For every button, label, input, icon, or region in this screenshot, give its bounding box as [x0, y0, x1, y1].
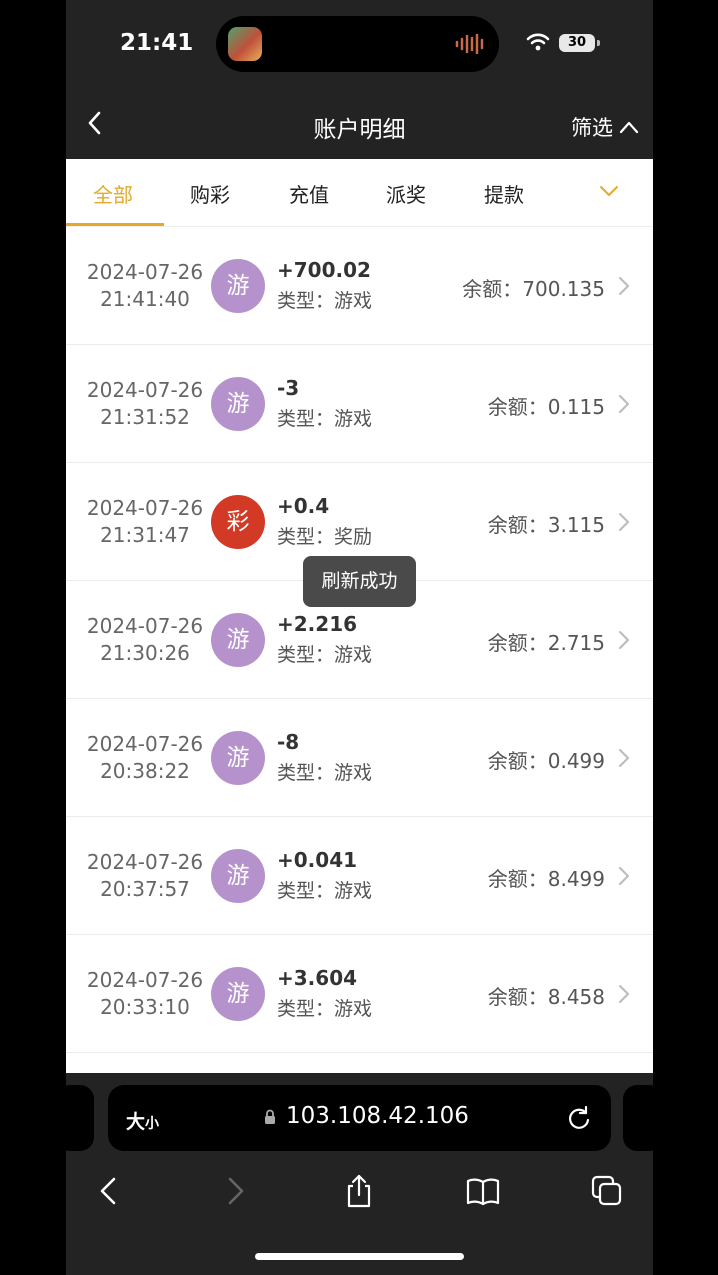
chevron-up-icon [619, 121, 639, 134]
record-amount: +2.216 [277, 612, 358, 636]
browser-toolbar: 大小 103.108.42.106 [66, 1073, 653, 1275]
home-indicator[interactable] [255, 1253, 464, 1260]
record-amount: +0.4 [277, 494, 330, 518]
audio-wave-icon [455, 34, 484, 54]
battery-indicator: 30 [559, 34, 595, 52]
bookmarks-icon[interactable] [466, 1173, 500, 1209]
game-type-badge: 游 [211, 967, 265, 1021]
game-type-badge: 游 [211, 259, 265, 313]
record-type: 类型：游戏 [277, 880, 373, 902]
record-balance: 余额：8.458 [487, 985, 605, 1009]
record-type: 类型：游戏 [277, 644, 373, 666]
address-bar[interactable]: 大小 103.108.42.106 [108, 1085, 611, 1151]
game-type-badge: 游 [211, 849, 265, 903]
tab-deposit[interactable]: 充值 [289, 179, 329, 208]
tab-payout[interactable]: 派奖 [386, 179, 426, 208]
record-amount: +0.041 [277, 848, 358, 872]
record-datetime: 2024-07-26 20:33:10 [86, 968, 204, 1019]
chevron-right-icon [619, 631, 629, 649]
status-bar: 21:41 30 [66, 0, 653, 90]
url-text: 103.108.42.106 [286, 1103, 469, 1129]
record-type: 类型：奖励 [277, 526, 373, 548]
chevron-right-icon [619, 277, 629, 295]
record-balance: 余额：2.715 [487, 631, 605, 655]
record-amount: +700.02 [277, 258, 371, 282]
record-amount: +3.604 [277, 966, 358, 990]
record-datetime: 2024-07-26 21:30:26 [86, 614, 204, 665]
record-type: 类型：游戏 [277, 762, 373, 784]
list-item[interactable]: 2024-07-26 21:31:52 游 -3 类型：游戏 余额：0.115 [66, 345, 653, 463]
tabs-icon[interactable] [590, 1173, 624, 1209]
lock-icon [265, 1109, 275, 1124]
record-type: 类型：游戏 [277, 408, 373, 430]
game-type-badge: 游 [211, 613, 265, 667]
browser-forward-icon[interactable] [218, 1173, 252, 1209]
wifi-icon [526, 33, 550, 51]
phone-screen: 21:41 30 账户明细 筛选 全部 购彩 充值 派奖 提款 2024-07-… [66, 0, 653, 1275]
record-datetime: 2024-07-26 21:31:52 [86, 378, 204, 429]
list-item[interactable]: 2024-07-26 20:37:57 游 +0.041 类型：游戏 余额：8.4… [66, 817, 653, 935]
record-balance: 余额：0.115 [487, 395, 605, 419]
record-balance: 余额：3.115 [487, 513, 605, 537]
chevron-down-icon[interactable] [596, 181, 622, 201]
chevron-right-icon [619, 395, 629, 413]
status-time: 21:41 [120, 30, 194, 56]
record-amount: -3 [277, 376, 300, 400]
record-datetime: 2024-07-26 20:37:57 [86, 850, 204, 901]
refresh-toast: 刷新成功 [303, 556, 416, 607]
chevron-right-icon [619, 749, 629, 767]
chevron-right-icon [619, 985, 629, 1003]
chevron-right-icon [619, 867, 629, 885]
game-type-badge: 游 [211, 377, 265, 431]
chevron-right-icon [619, 513, 629, 531]
page-title: 账户明细 [313, 117, 406, 143]
tab-lottery-purchase[interactable]: 购彩 [190, 179, 230, 208]
browser-back-icon[interactable] [92, 1173, 126, 1209]
list-item[interactable]: 2024-07-26 21:41:40 游 +700.02 类型：游戏 余额：70… [66, 227, 653, 345]
record-type: 类型：游戏 [277, 290, 373, 312]
next-tab-peek[interactable] [623, 1085, 653, 1151]
app-header: 账户明细 筛选 [66, 90, 653, 159]
active-tab-indicator [66, 223, 164, 226]
record-datetime: 2024-07-26 21:41:40 [86, 260, 204, 311]
transaction-list: 2024-07-26 21:41:40 游 +700.02 类型：游戏 余额：70… [66, 227, 653, 1053]
list-item[interactable]: 2024-07-26 20:33:10 游 +3.604 类型：游戏 余额：8.4… [66, 935, 653, 1053]
game-type-badge: 游 [211, 731, 265, 785]
filter-label: 筛选 [571, 116, 613, 140]
record-type: 类型：游戏 [277, 998, 373, 1020]
record-amount: -8 [277, 730, 300, 754]
dynamic-island [216, 16, 499, 72]
record-datetime: 2024-07-26 21:31:47 [86, 496, 204, 547]
filter-button[interactable]: 筛选 [571, 112, 639, 142]
record-balance: 余额：700.135 [462, 277, 605, 301]
previous-tab-peek[interactable] [66, 1085, 94, 1151]
app-thumbnail-icon [228, 27, 262, 61]
record-datetime: 2024-07-26 20:38:22 [86, 732, 204, 783]
tab-all[interactable]: 全部 [93, 179, 133, 208]
record-balance: 余额：8.499 [487, 867, 605, 891]
battery-tip [597, 40, 600, 46]
share-icon[interactable] [342, 1173, 376, 1209]
text-size-button[interactable]: 大小 [126, 1107, 159, 1134]
category-tabs: 全部 购彩 充值 派奖 提款 [66, 159, 653, 227]
tab-withdraw[interactable]: 提款 [484, 179, 524, 208]
lottery-type-badge: 彩 [211, 495, 265, 549]
reload-icon[interactable] [566, 1105, 592, 1131]
record-balance: 余额：0.499 [487, 749, 605, 773]
list-item[interactable]: 2024-07-26 20:38:22 游 -8 类型：游戏 余额：0.499 [66, 699, 653, 817]
